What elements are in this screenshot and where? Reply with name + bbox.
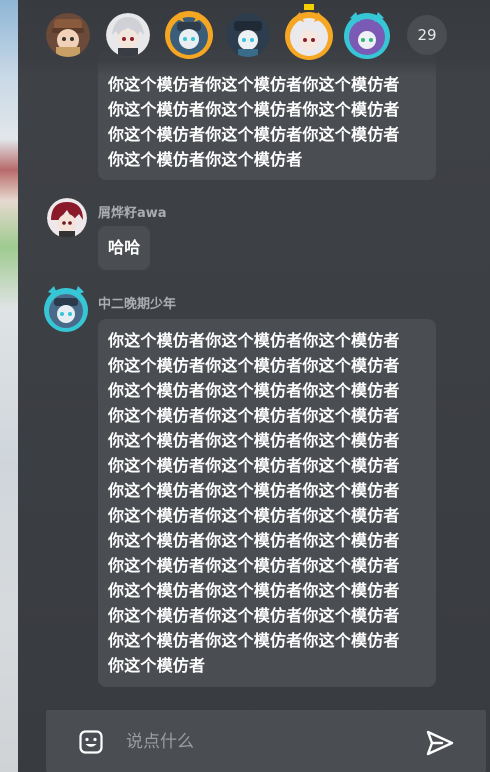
message-text-line: 你这个模仿者你这个模仿者你这个模仿者 — [108, 506, 400, 525]
message-text-line: 你这个模仿者你这个模仿者你这个模仿者 — [108, 531, 400, 550]
message-author-avatar[interactable] — [40, 284, 92, 334]
message-text-line: 你这个模仿者 — [108, 656, 206, 675]
message-bubble: 你这个模仿者你这个模仿者你这个模仿者 你这个模仿者你这个模仿者你这个模仿者 你这… — [98, 319, 436, 687]
player-avatar-1[interactable] — [46, 13, 90, 57]
message-text-line: 你这个模仿者你这个模仿者你这个模仿者 — [108, 556, 400, 575]
message-text-line: 你这个模仿者你这个模仿者你这个模仿者 — [108, 431, 400, 450]
online-count-badge[interactable]: 29 — [407, 15, 447, 55]
character-avatar-icon — [226, 13, 270, 57]
message-text-line: 你这个模仿者你这个模仿者你这个模仿者 — [108, 606, 400, 625]
message-text-line: 你这个模仿者你这个模仿者你这个模仿者 — [108, 100, 400, 119]
emoji-button[interactable] — [79, 730, 103, 754]
message-bubble: 哈哈 — [98, 226, 151, 270]
chat-input-bar — [46, 710, 486, 772]
message-text-line: 你这个模仿者你这个模仿者你这个模仿者 — [108, 406, 400, 425]
online-players-bar: 29 — [18, 0, 490, 76]
character-avatar-icon — [44, 286, 88, 332]
character-avatar-icon — [47, 198, 87, 238]
message-text-line: 你这个模仿者你这个模仿者你这个模仿者 — [108, 331, 400, 350]
chat-panel: 29 你这个模仿者你这个模仿者你这个模仿者 你这个模仿者你这个模仿者你这个模仿者… — [18, 0, 490, 772]
message-text-line: 你这个模仿者你这个模仿者你这个模仿者 — [108, 125, 400, 144]
message-text-line: 你这个模仿者你这个模仿者 — [108, 150, 303, 169]
emoji-icon — [79, 730, 103, 754]
chat-message-input[interactable] — [126, 728, 406, 756]
player-avatar-6[interactable] — [342, 8, 392, 60]
player-avatar-3[interactable] — [164, 10, 214, 60]
message-text-line: 你这个模仿者你这个模仿者你这个模仿者 — [108, 481, 400, 500]
player-avatar-4[interactable] — [226, 13, 270, 57]
message-text-line: 你这个模仿者你这个模仿者你这个模仿者 — [108, 631, 400, 650]
message-author-name[interactable]: 屑烨籽awa — [98, 202, 167, 221]
message-text-line: 你这个模仿者你这个模仿者你这个模仿者 — [108, 581, 400, 600]
message-text-line: 你这个模仿者你这个模仿者你这个模仿者 — [108, 356, 400, 375]
message-text-line: 你这个模仿者你这个模仿者你这个模仿者 — [108, 456, 400, 475]
message-author-name[interactable]: 中二晚期少年 — [98, 293, 176, 312]
send-button[interactable] — [426, 730, 454, 756]
game-scene-background — [0, 0, 18, 772]
player-avatar-2[interactable] — [106, 13, 150, 57]
character-avatar-icon — [106, 13, 150, 57]
message-text-line: 哈哈 — [108, 238, 141, 257]
message-text-line: 你这个模仿者你这个模仿者你这个模仿者 — [108, 381, 400, 400]
message-author-avatar[interactable] — [47, 198, 87, 238]
character-avatar-icon — [285, 4, 333, 60]
player-avatar-5[interactable] — [284, 4, 334, 60]
character-avatar-icon — [344, 12, 390, 59]
character-avatar-icon — [46, 13, 90, 57]
character-avatar-icon — [165, 11, 213, 59]
send-icon — [426, 730, 454, 756]
